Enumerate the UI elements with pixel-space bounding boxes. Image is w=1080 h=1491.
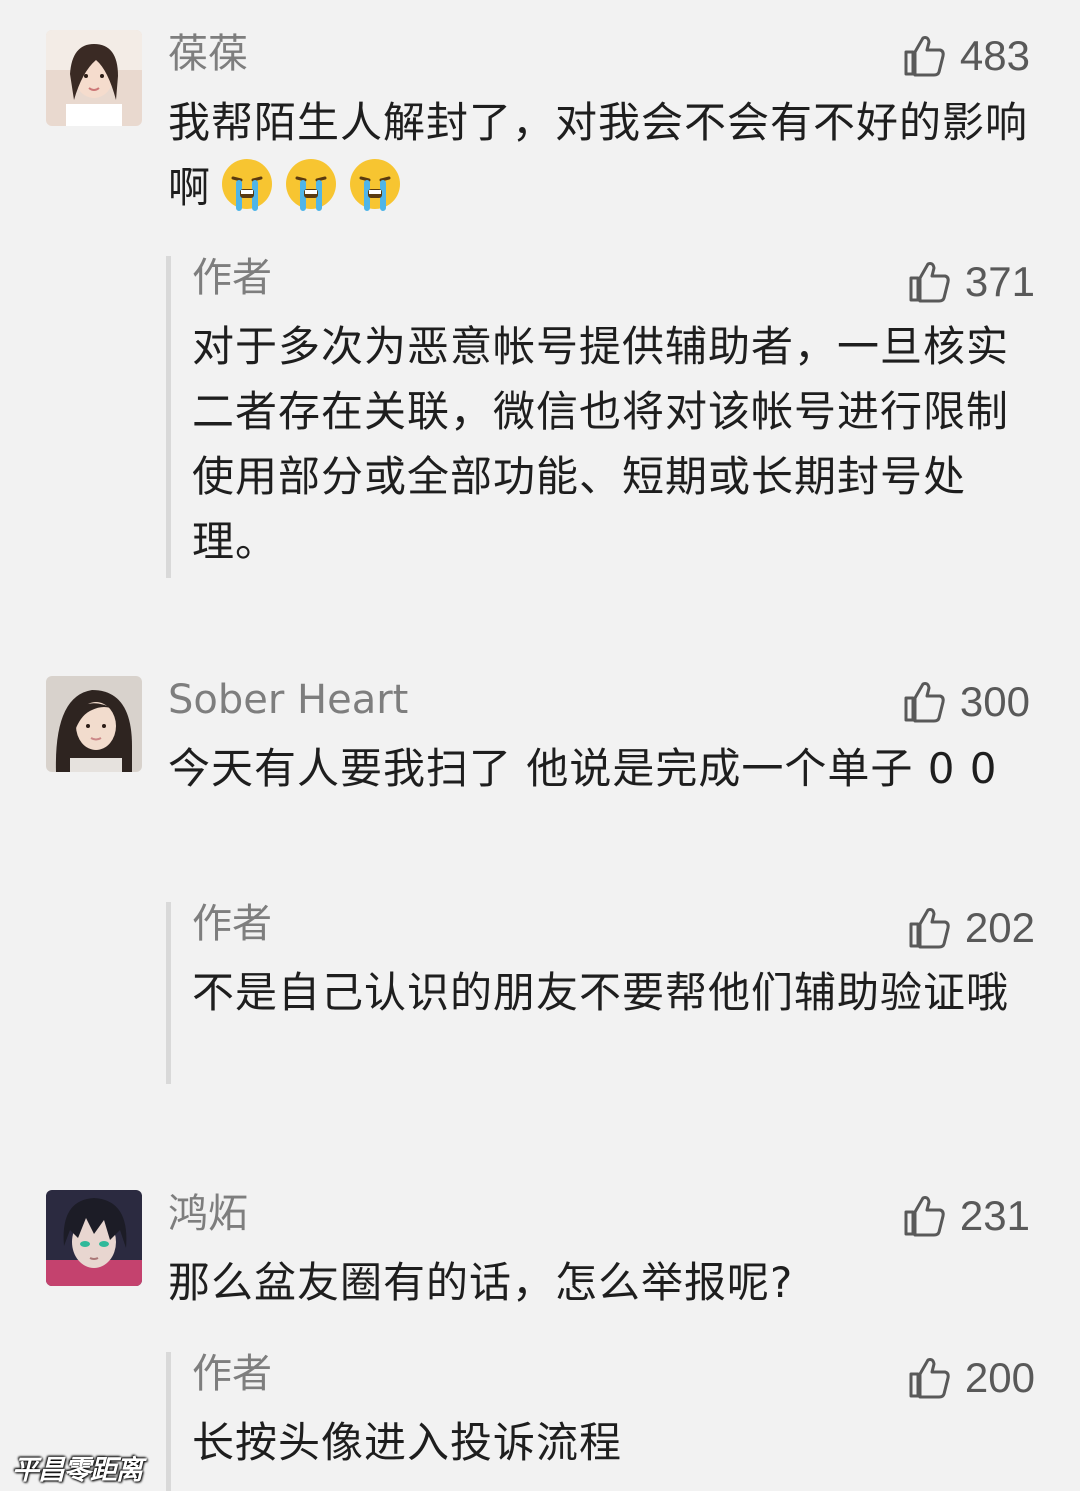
comment-text: 那么盆友圈有的话，怎么举报呢? bbox=[168, 1258, 794, 1307]
author-reply: 作者 200 长按头像进入投诉流程 bbox=[166, 1350, 1041, 1491]
avatar[interactable] bbox=[46, 676, 142, 772]
watermark: 平昌零距离 bbox=[12, 1455, 143, 1486]
like-button[interactable]: 300 bbox=[900, 674, 1030, 730]
thumbs-up-icon bbox=[904, 36, 945, 77]
thumbs-up-icon bbox=[909, 908, 950, 949]
avatar[interactable] bbox=[46, 1190, 142, 1286]
like-button[interactable]: 231 bbox=[900, 1188, 1030, 1244]
thumbs-up-icon bbox=[909, 1358, 950, 1399]
reply-author: 作者 bbox=[192, 901, 272, 947]
like-count: 200 bbox=[964, 1354, 1035, 1401]
like-button[interactable]: 483 bbox=[900, 28, 1030, 84]
like-button[interactable]: 200 bbox=[905, 1350, 1035, 1406]
like-count: 231 bbox=[959, 1192, 1030, 1239]
author-reply: 作者 371 对于多次为恶意帐号提供辅助者，一旦核实二者存在关联，微信也将对该帐… bbox=[166, 254, 1041, 578]
thumbs-up-icon bbox=[909, 262, 950, 303]
like-button[interactable]: 371 bbox=[905, 254, 1035, 310]
reply-author: 作者 bbox=[192, 255, 272, 301]
reply-text: 不是自己认识的朋友不要帮他们辅助验证哦 bbox=[192, 968, 1010, 1017]
comment-text: 今天有人要我扫了 他说是完成一个单子 0 0 bbox=[168, 744, 998, 793]
crying-face-icon bbox=[347, 156, 403, 212]
avatar[interactable] bbox=[46, 30, 142, 126]
author-reply: 作者 202 不是自己认识的朋友不要帮他们辅助验证哦 bbox=[166, 900, 1041, 1084]
thumbs-up-icon bbox=[904, 1196, 945, 1237]
thumbs-up-icon bbox=[904, 682, 945, 723]
reply-text: 对于多次为恶意帐号提供辅助者，一旦核实二者存在关联，微信也将对该帐号进行限制使用… bbox=[192, 322, 1010, 566]
crying-face-icon bbox=[219, 156, 275, 212]
like-count: 202 bbox=[964, 904, 1035, 951]
comment-text: 我帮陌生人解封了，对我会不会有不好的影响啊 bbox=[168, 90, 1028, 220]
comment-username[interactable]: Sober Heart bbox=[168, 672, 408, 728]
reply-author: 作者 bbox=[192, 1351, 272, 1397]
crying-face-icon bbox=[283, 156, 339, 212]
like-count: 300 bbox=[959, 678, 1030, 725]
like-button[interactable]: 202 bbox=[905, 900, 1035, 956]
comment-username[interactable]: 鸿炻 bbox=[168, 1186, 248, 1242]
like-count: 371 bbox=[964, 258, 1035, 305]
like-count: 483 bbox=[959, 32, 1030, 79]
reply-text: 长按头像进入投诉流程 bbox=[192, 1418, 623, 1467]
comment-username[interactable]: 葆葆 bbox=[168, 26, 248, 82]
